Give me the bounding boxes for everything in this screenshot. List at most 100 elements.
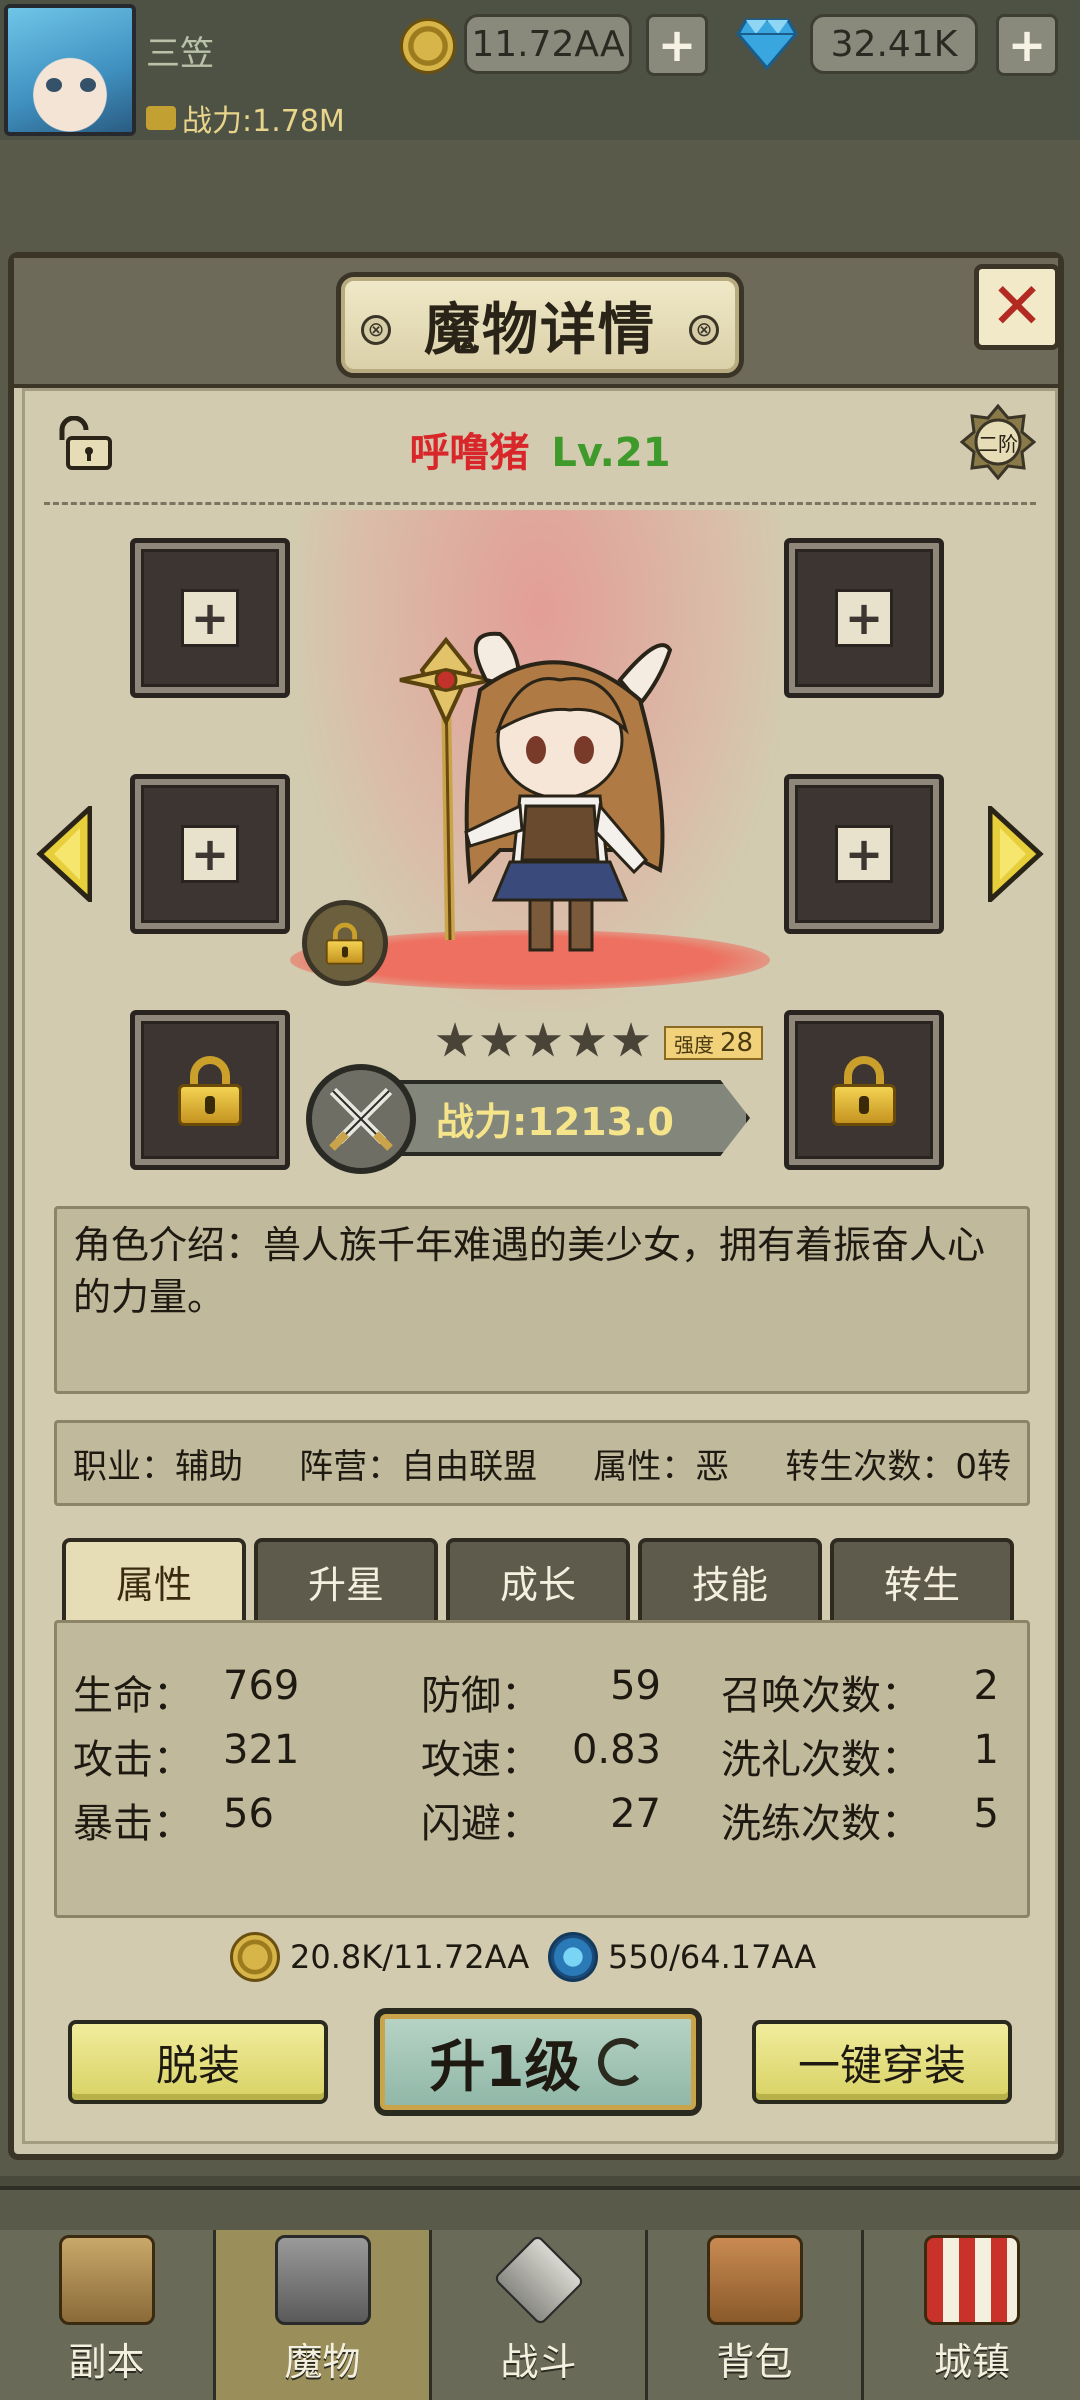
town-shop-icon [924, 2235, 1020, 2325]
stat-attack-speed: 攻速： 0.83 [421, 1727, 661, 1785]
rank-badge[interactable]: 二阶 [960, 404, 1036, 480]
stat-value: 56 [223, 1791, 274, 1837]
nav-battle[interactable]: 战斗 [432, 2230, 648, 2400]
nav-label: 魔物 [284, 2340, 361, 2384]
nav-backpack[interactable]: 背包 [648, 2230, 864, 2400]
star-icon [568, 1022, 606, 1057]
add-gold-button[interactable]: + [646, 14, 708, 76]
crossed-swords-icon [306, 1064, 416, 1174]
padlock-icon [178, 1056, 242, 1126]
padlock-icon [832, 1056, 896, 1126]
equip-all-button[interactable]: 一键穿装 [752, 2020, 1012, 2104]
player-avatar[interactable] [4, 4, 136, 136]
refresh-icon [598, 2038, 647, 2086]
stat-label: 生命： [73, 1673, 193, 1719]
monster-description: 角色介绍：兽人族千年难遇的美少女，拥有着振奋人心的力量。 [54, 1206, 1030, 1394]
stat-label: 闪避： [421, 1801, 541, 1847]
essence-orb-icon [548, 1932, 598, 1982]
rank-badge-label: 二阶 [978, 432, 1018, 456]
monster-name-level: 呼噜猪 Lv.21 [380, 420, 700, 478]
equip-slot-5-locked[interactable] [130, 1010, 290, 1170]
stat-refine-count: 洗练次数： 5 [721, 1791, 999, 1849]
star-icon [524, 1022, 562, 1057]
monster-helmet-icon [274, 2235, 371, 2325]
tab-skills[interactable]: 技能 [638, 1538, 822, 1620]
detail-tabs: 属性 升星 成长 技能 转生 [62, 1538, 1014, 1620]
stat-crit: 暴击： 56 [73, 1791, 274, 1849]
nav-label: 战斗 [500, 2340, 577, 2384]
monster-info-row: 职业：辅助 阵营：自由联盟 属性：恶 转生次数：0转 [54, 1420, 1030, 1506]
tab-growth[interactable]: 成长 [446, 1538, 630, 1620]
equip-slot-3[interactable]: + [130, 774, 290, 934]
star-icon [480, 1022, 518, 1057]
stat-value: 1 [973, 1727, 999, 1773]
upgrade-button[interactable]: 升1级 [374, 2008, 702, 2116]
plus-icon: + [181, 825, 239, 883]
tab-star-up[interactable]: 升星 [254, 1538, 438, 1620]
power-icon [146, 106, 176, 130]
attribute-info: 属性：恶 [593, 1446, 730, 1487]
equip-slot-6-locked[interactable] [784, 1010, 944, 1170]
gold-coin-icon [230, 1932, 280, 1982]
decor-knob-icon: ⊗ [689, 315, 719, 345]
stat-label: 攻速： [421, 1737, 541, 1783]
essence-cost-value: 550/64.17AA [608, 1938, 817, 1976]
next-monster-button[interactable] [988, 806, 1044, 902]
stats-panel: 生命： 769 攻击： 321 暴击： 56 防御： 59 攻速： 0.83 闪… [54, 1620, 1030, 1918]
stat-label: 洗礼次数： [721, 1737, 921, 1783]
plus-icon: + [835, 589, 893, 647]
equip-slot-4[interactable]: + [784, 774, 944, 934]
stat-dodge: 闪避： 27 [421, 1791, 661, 1849]
monster-portrait [399, 631, 673, 952]
gold-cost-value: 20.8K/11.72AA [290, 1938, 530, 1976]
stat-value: 769 [223, 1663, 300, 1709]
plus-icon: + [181, 589, 239, 647]
nav-dungeon[interactable]: 副本 [0, 2230, 216, 2400]
faction-info: 阵营：自由联盟 [299, 1446, 538, 1487]
monster-level: Lv.21 [551, 430, 671, 476]
stat-defense: 防御： 59 [421, 1663, 661, 1721]
map-scroll-icon [58, 2235, 155, 2325]
close-icon: ✕ [990, 270, 1044, 344]
gold-coin-icon [400, 18, 456, 74]
equip-slot-1[interactable]: + [130, 538, 290, 698]
star-icon [436, 1022, 474, 1057]
stat-attack: 攻击： 321 [73, 1727, 299, 1785]
monster-name: 呼噜猪 [409, 430, 530, 476]
strength-value: 28 [720, 1028, 754, 1058]
unlocked-padlock-icon[interactable] [48, 416, 114, 472]
close-button[interactable]: ✕ [974, 264, 1060, 350]
stat-hp: 生命： 769 [73, 1663, 299, 1721]
strength-badge: 强度 28 [664, 1026, 764, 1060]
stat-value: 321 [223, 1727, 300, 1773]
backpack-icon [706, 2235, 803, 2325]
rebirth-info: 转生次数：0转 [785, 1446, 1011, 1487]
crossed-swords-icon [492, 2233, 585, 2327]
player-name: 三笠 [146, 34, 214, 74]
plus-icon: + [835, 825, 893, 883]
combat-power-bar: 战力:1213.0 [380, 1080, 750, 1156]
prev-monster-button[interactable] [36, 806, 92, 902]
player-power-label: 战力:1.78M [182, 104, 345, 139]
gold-cost: 20.8K/11.72AA [230, 1932, 529, 1982]
nav-monsters[interactable]: 魔物 [216, 2230, 432, 2400]
tab-rebirth[interactable]: 转生 [830, 1538, 1014, 1620]
add-gem-button[interactable]: + [996, 14, 1058, 76]
stat-summon-count: 召唤次数： 2 [721, 1663, 999, 1721]
strength-label: 强度 [674, 1032, 714, 1057]
star-rating [436, 1022, 650, 1060]
locked-skill-button[interactable] [302, 900, 388, 986]
panel-title: 魔物详情 [424, 297, 656, 363]
stat-baptism-count: 洗礼次数： 1 [721, 1727, 999, 1785]
stat-value: 59 [610, 1663, 661, 1709]
nav-label: 副本 [68, 2340, 145, 2384]
stat-value: 27 [610, 1791, 661, 1837]
gem-amount: 32.41K [810, 14, 978, 74]
tab-attributes[interactable]: 属性 [62, 1538, 246, 1620]
nav-label: 背包 [716, 2340, 793, 2384]
nav-town[interactable]: 城镇 [864, 2230, 1080, 2400]
stat-value: 0.83 [571, 1727, 661, 1773]
decor-knob-icon: ⊗ [361, 315, 391, 345]
unequip-button[interactable]: 脱装 [68, 2020, 328, 2104]
equip-slot-2[interactable]: + [784, 538, 944, 698]
